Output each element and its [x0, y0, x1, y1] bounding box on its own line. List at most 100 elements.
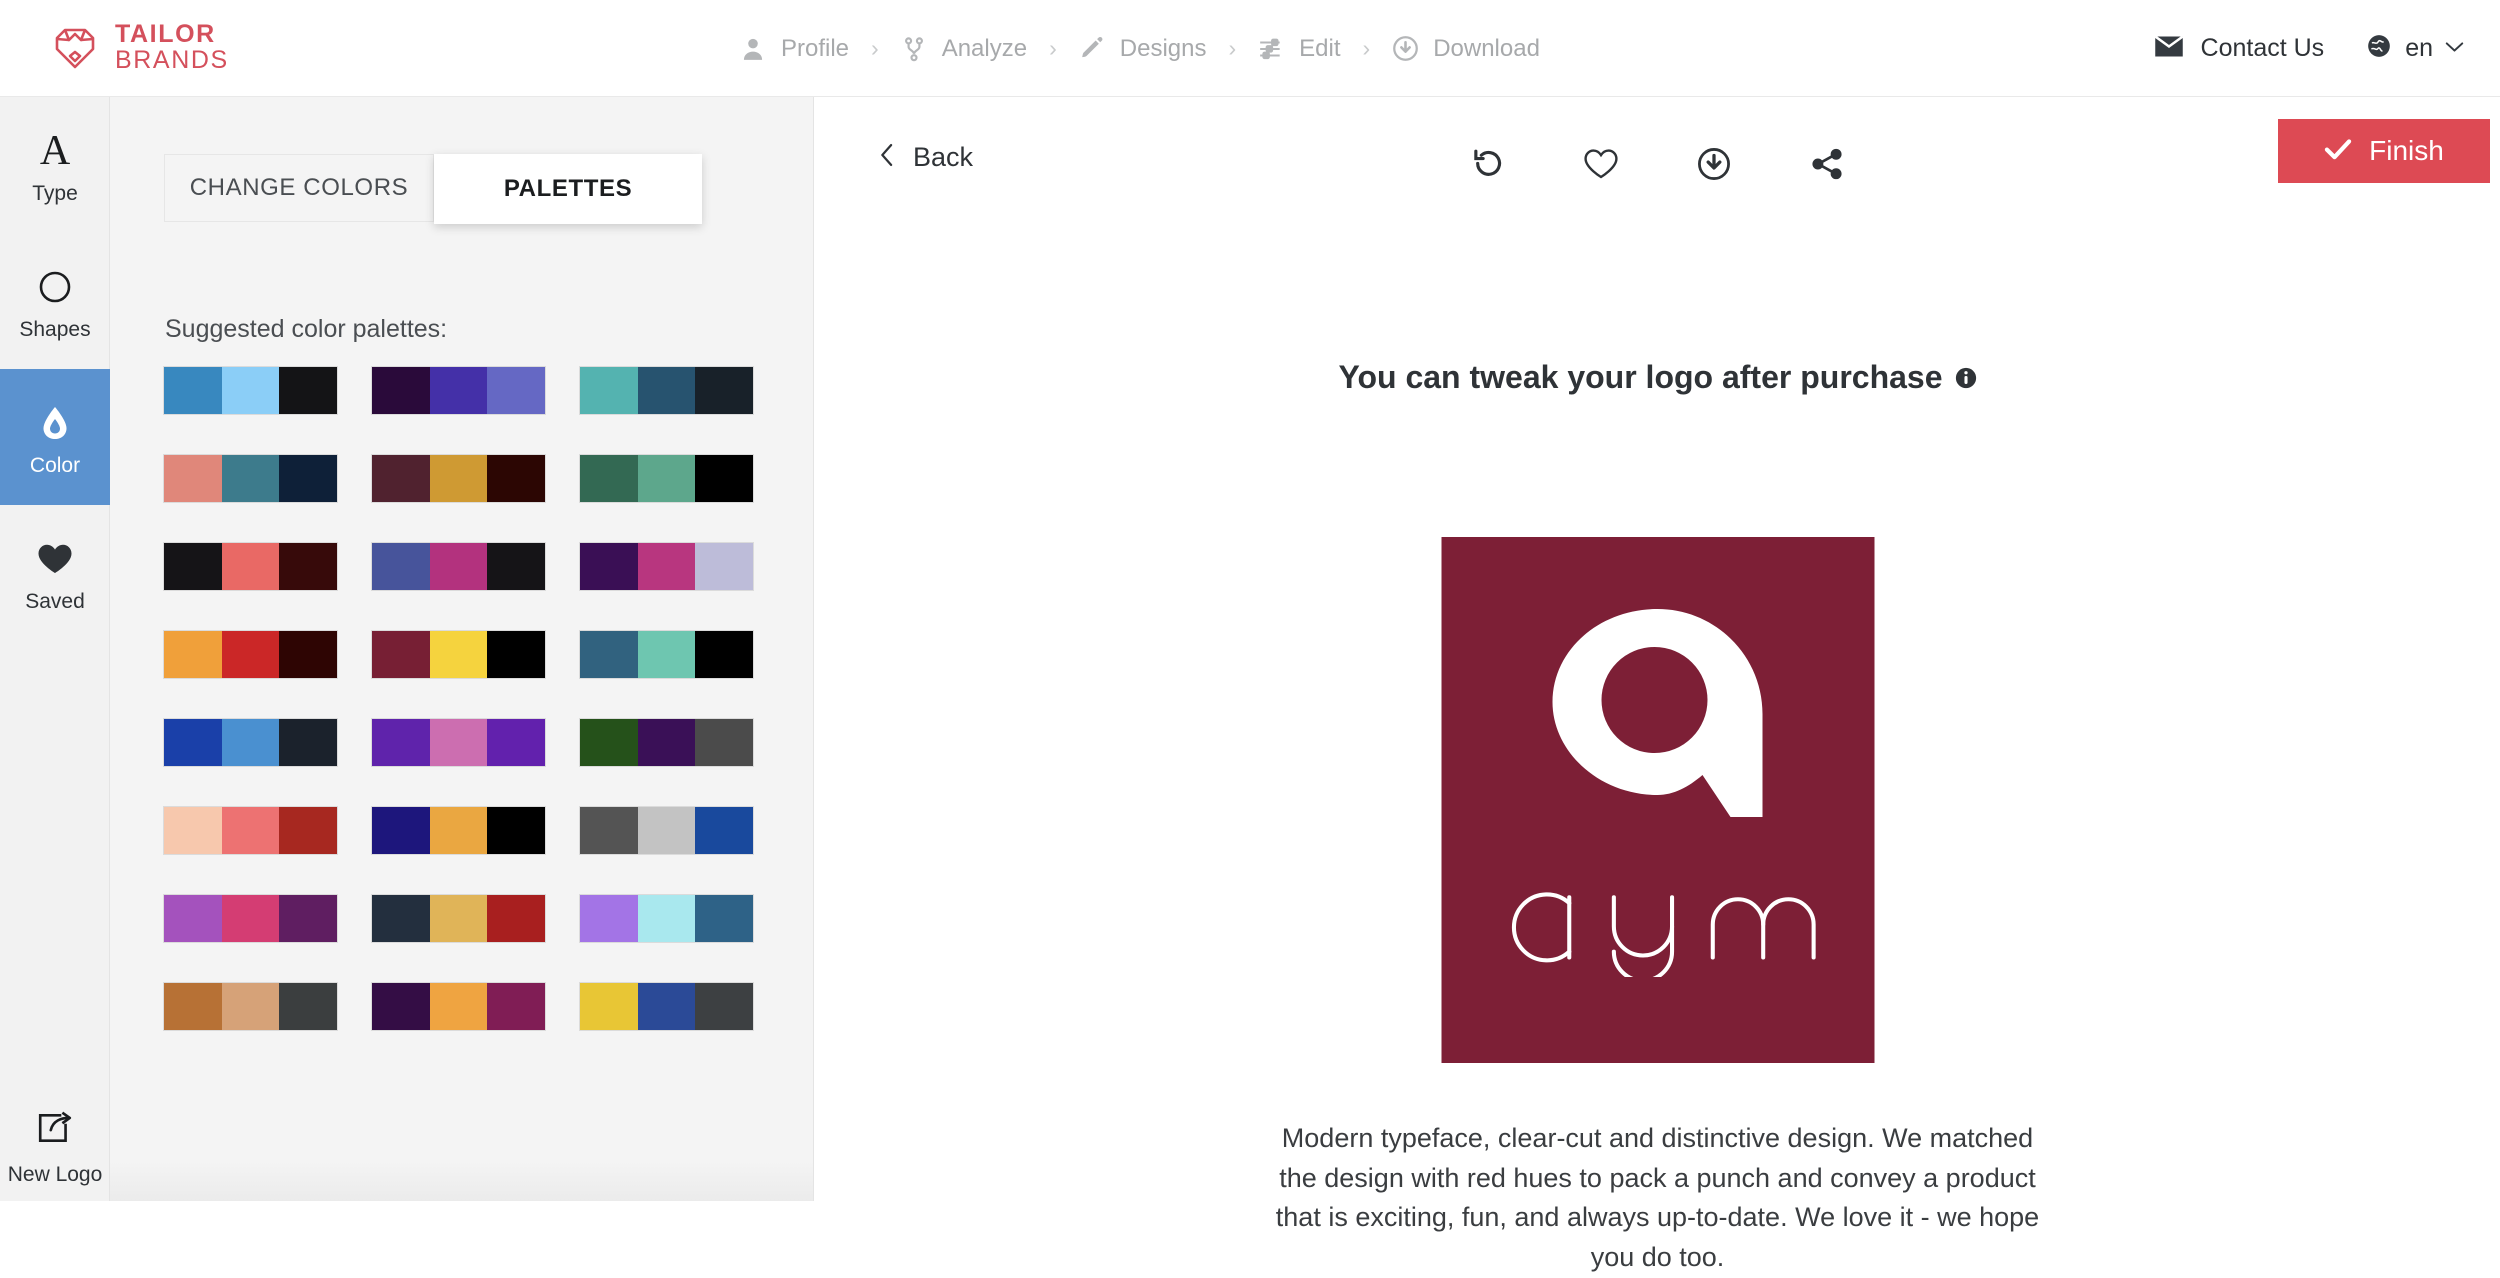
palette-color-swatch[interactable] — [221, 983, 280, 1030]
sidebar-item-shapes[interactable]: Shapes — [0, 233, 110, 369]
palette-color-swatch[interactable] — [279, 807, 338, 854]
palette-color-swatch[interactable] — [580, 455, 638, 502]
palette-swatch-row[interactable] — [579, 982, 754, 1031]
palette-color-swatch[interactable] — [164, 983, 222, 1030]
palette-swatch-row[interactable] — [163, 454, 338, 503]
palette-swatch-row[interactable] — [371, 366, 546, 415]
palette-color-swatch[interactable] — [487, 631, 546, 678]
palette-color-swatch[interactable] — [487, 543, 546, 590]
palette-color-swatch[interactable] — [221, 895, 280, 942]
back-button[interactable]: Back — [880, 142, 973, 173]
palette-swatch-row[interactable] — [371, 894, 546, 943]
palette-color-swatch[interactable] — [164, 455, 222, 502]
palette-color-swatch[interactable] — [221, 807, 280, 854]
palette-color-swatch[interactable] — [695, 455, 754, 502]
palette-swatch-row[interactable] — [579, 718, 754, 767]
palette-swatch-row[interactable] — [371, 718, 546, 767]
palette-color-swatch[interactable] — [429, 543, 488, 590]
palette-swatch-row[interactable] — [579, 806, 754, 855]
language-selector[interactable]: en — [2366, 33, 2464, 64]
palette-swatch-row[interactable] — [371, 806, 546, 855]
palette-color-swatch[interactable] — [695, 719, 754, 766]
palette-color-swatch[interactable] — [372, 807, 430, 854]
palette-color-swatch[interactable] — [279, 719, 338, 766]
palette-color-swatch[interactable] — [487, 455, 546, 502]
new-logo-button[interactable]: New Logo — [0, 1101, 110, 1187]
palette-swatch-row[interactable] — [163, 630, 338, 679]
palette-color-swatch[interactable] — [279, 367, 338, 414]
palette-color-swatch[interactable] — [580, 367, 638, 414]
palette-color-swatch[interactable] — [372, 543, 430, 590]
palette-swatch-row[interactable] — [371, 454, 546, 503]
palette-color-swatch[interactable] — [580, 543, 638, 590]
palette-swatch-row[interactable] — [163, 718, 338, 767]
palette-color-swatch[interactable] — [429, 807, 488, 854]
palette-color-swatch[interactable] — [372, 455, 430, 502]
download-circle-icon[interactable] — [1685, 135, 1743, 193]
breadcrumb-item-profile[interactable]: Profile — [738, 34, 849, 64]
palette-swatch-row[interactable] — [579, 542, 754, 591]
palette-color-swatch[interactable] — [221, 543, 280, 590]
palette-color-swatch[interactable] — [429, 367, 488, 414]
palette-swatch-row[interactable] — [579, 454, 754, 503]
palette-swatch-row[interactable] — [163, 982, 338, 1031]
palette-color-swatch[interactable] — [487, 895, 546, 942]
palette-color-swatch[interactable] — [429, 983, 488, 1030]
palette-swatch-row[interactable] — [163, 806, 338, 855]
palette-color-swatch[interactable] — [637, 631, 696, 678]
palette-color-swatch[interactable] — [429, 455, 488, 502]
palette-color-swatch[interactable] — [279, 983, 338, 1030]
palette-color-swatch[interactable] — [637, 983, 696, 1030]
tab-palettes[interactable]: PALETTES — [434, 154, 702, 224]
sidebar-item-saved[interactable]: Saved — [0, 505, 110, 641]
palette-swatch-row[interactable] — [371, 630, 546, 679]
palette-color-swatch[interactable] — [695, 367, 754, 414]
palette-swatch-row[interactable] — [579, 894, 754, 943]
breadcrumb-item-download[interactable]: Download — [1390, 34, 1540, 64]
tab-change-colors[interactable]: CHANGE COLORS — [164, 154, 434, 222]
palette-color-swatch[interactable] — [487, 983, 546, 1030]
palette-color-swatch[interactable] — [637, 367, 696, 414]
palette-color-swatch[interactable] — [164, 895, 222, 942]
palette-color-swatch[interactable] — [429, 895, 488, 942]
palette-color-swatch[interactable] — [695, 543, 754, 590]
heart-outline-icon[interactable] — [1572, 135, 1630, 193]
share-icon[interactable] — [1798, 135, 1856, 193]
palette-color-swatch[interactable] — [487, 807, 546, 854]
palette-color-swatch[interactable] — [164, 543, 222, 590]
palette-color-swatch[interactable] — [372, 895, 430, 942]
logo-preview[interactable] — [1441, 537, 1874, 1063]
palette-color-swatch[interactable] — [637, 455, 696, 502]
palette-color-swatch[interactable] — [637, 807, 696, 854]
palette-color-swatch[interactable] — [164, 367, 222, 414]
sidebar-item-color[interactable]: Color — [0, 369, 110, 505]
palette-color-swatch[interactable] — [279, 631, 338, 678]
palette-swatch-row[interactable] — [579, 366, 754, 415]
breadcrumb-item-analyze[interactable]: Analyze — [899, 34, 1027, 64]
palette-color-swatch[interactable] — [164, 807, 222, 854]
undo-icon[interactable] — [1459, 135, 1517, 193]
palette-swatch-row[interactable] — [163, 366, 338, 415]
palette-swatch-row[interactable] — [163, 894, 338, 943]
sidebar-item-type[interactable]: A Type — [0, 97, 110, 233]
palette-swatch-row[interactable] — [579, 630, 754, 679]
brand-logo[interactable]: TAILOR BRANDS — [52, 21, 229, 74]
palette-color-swatch[interactable] — [695, 631, 754, 678]
palette-color-swatch[interactable] — [279, 455, 338, 502]
palette-color-swatch[interactable] — [580, 719, 638, 766]
palette-color-swatch[interactable] — [279, 895, 338, 942]
palette-color-swatch[interactable] — [580, 631, 638, 678]
breadcrumb-item-edit[interactable]: Edit — [1256, 34, 1341, 64]
palette-color-swatch[interactable] — [279, 543, 338, 590]
palette-color-swatch[interactable] — [429, 719, 488, 766]
finish-button[interactable]: Finish — [2278, 119, 2490, 183]
palette-color-swatch[interactable] — [637, 719, 696, 766]
palette-color-swatch[interactable] — [372, 719, 430, 766]
palette-color-swatch[interactable] — [221, 367, 280, 414]
palette-color-swatch[interactable] — [580, 983, 638, 1030]
palette-color-swatch[interactable] — [580, 807, 638, 854]
palette-color-swatch[interactable] — [695, 983, 754, 1030]
palette-color-swatch[interactable] — [637, 543, 696, 590]
palette-swatch-row[interactable] — [163, 542, 338, 591]
palette-color-swatch[interactable] — [164, 719, 222, 766]
